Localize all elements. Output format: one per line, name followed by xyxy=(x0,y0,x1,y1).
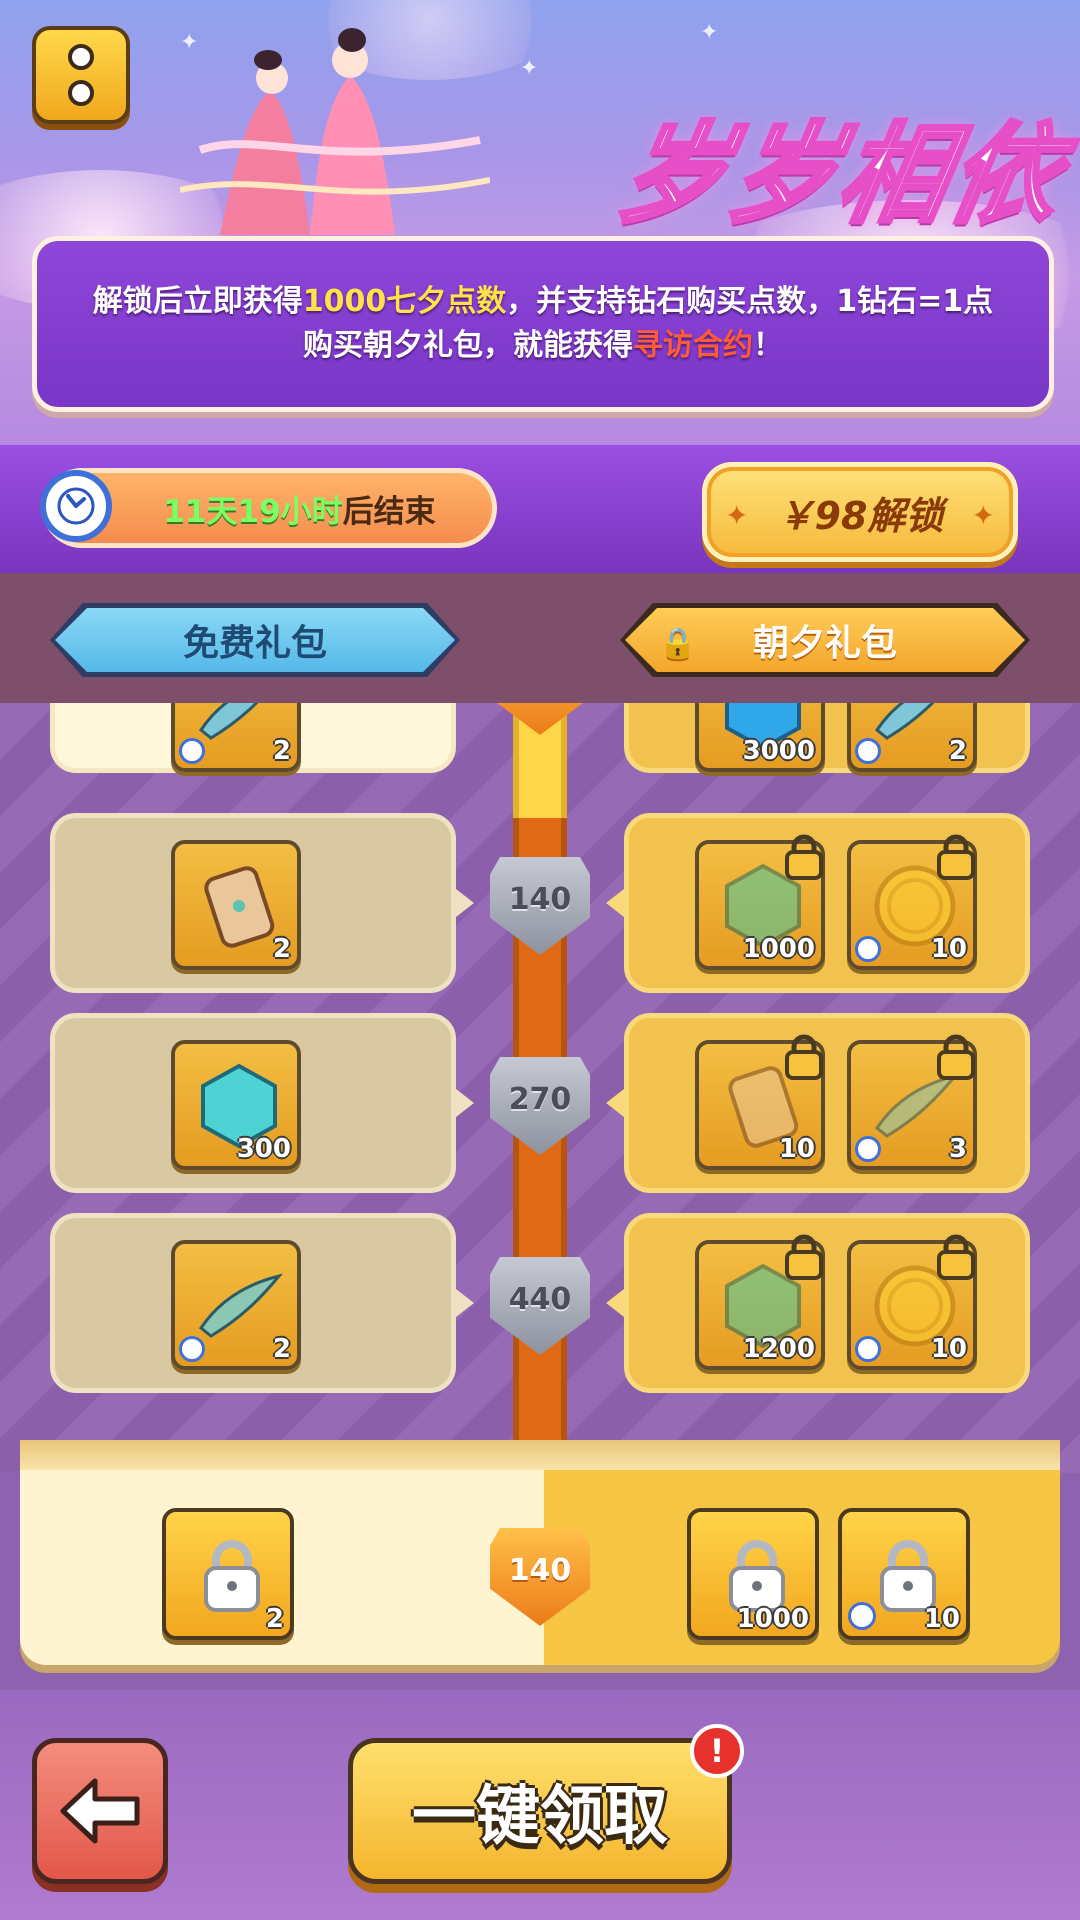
padlock-icon xyxy=(937,834,975,880)
paid-reward-card[interactable]: 3000 2 xyxy=(624,703,1030,773)
reward-item[interactable]: 3000 xyxy=(695,703,825,772)
padlock-icon xyxy=(785,1034,823,1080)
padlock-icon xyxy=(880,1540,936,1612)
unlock-label: ￥98解锁 xyxy=(776,493,944,538)
level-badge: 440 xyxy=(490,1257,590,1355)
tab-paid-label: 朝夕礼包 xyxy=(752,623,897,664)
event-title: 岁岁相依 xyxy=(607,111,1073,240)
tab-free-gift[interactable]: 免费礼包 xyxy=(50,603,460,677)
claim-all-button[interactable]: 一键领取 xyxy=(348,1738,732,1884)
reward-item[interactable]: 3 xyxy=(847,1034,977,1170)
timed-icon xyxy=(179,1336,205,1362)
reward-row: 2 3000 2 xyxy=(0,703,1080,778)
reward-item[interactable]: 2 xyxy=(171,703,301,772)
timer-remaining: 11天19小时 xyxy=(163,493,343,530)
padlock-icon xyxy=(729,1540,785,1612)
menu-dot-icon xyxy=(68,80,94,106)
back-button[interactable] xyxy=(32,1738,168,1884)
reward-row: 2 140 1000 10 xyxy=(0,813,1080,998)
tab-free-label: 免费礼包 xyxy=(182,623,327,664)
diamond-deco-icon: ✦ xyxy=(725,499,749,532)
milestone-paid-item[interactable]: 10 xyxy=(838,1508,970,1640)
reward-row: 300 270 10 3 xyxy=(0,1013,1080,1198)
event-description: 解锁后立即获得1000七夕点数，并支持钻石购买点数，1钻石=1点 购买朝夕礼包，… xyxy=(32,236,1054,412)
padlock-icon xyxy=(785,1234,823,1280)
timed-icon xyxy=(855,1336,881,1362)
level-badge: 140 xyxy=(490,857,590,955)
reward-item[interactable]: 2 xyxy=(847,703,977,772)
reward-item[interactable]: 2 xyxy=(171,840,301,970)
free-reward-card[interactable]: 2 xyxy=(50,813,456,993)
milestone-free-item[interactable]: 2 xyxy=(162,1508,294,1640)
clock-icon xyxy=(40,470,112,542)
timed-icon xyxy=(179,738,205,764)
reward-item[interactable]: 1200 xyxy=(695,1234,825,1370)
points-highlight: 1000七夕点数 xyxy=(302,284,507,319)
couple-illustration xyxy=(180,28,490,235)
reward-row: 2 440 1200 10 xyxy=(0,1213,1080,1398)
menu-button[interactable] xyxy=(32,26,130,124)
timed-icon xyxy=(855,738,881,764)
reward-item[interactable]: 10 xyxy=(847,1234,977,1370)
paid-reward-card[interactable]: 1000 10 xyxy=(624,813,1030,993)
reward-track[interactable]: 2 3000 2 2 140 1000 10 300 270 10 3 2 44… xyxy=(0,703,1080,1473)
event-banner: ✦ ✦ ✦ ✦ 岁岁相依 解锁后立即获得1000七夕点数，并支持钻石购买点数，1… xyxy=(0,0,1080,445)
timed-icon xyxy=(855,1136,881,1162)
reward-item[interactable]: 1000 xyxy=(695,834,825,970)
diamond-deco-icon: ✦ xyxy=(971,499,995,532)
padlock-icon xyxy=(204,1540,260,1612)
unlock-button[interactable]: ✦ ￥98解锁 ✦ xyxy=(702,462,1018,562)
timer-suffix: 后结束 xyxy=(342,493,436,530)
reward-item[interactable]: 10 xyxy=(695,1034,825,1170)
reward-item[interactable]: 300 xyxy=(171,1040,301,1170)
tab-paid-gift[interactable]: 🔒 朝夕礼包 xyxy=(620,603,1030,677)
free-reward-card[interactable]: 2 xyxy=(50,1213,456,1393)
lock-icon: 🔒 xyxy=(659,626,697,661)
reward-item[interactable]: 2 xyxy=(171,1240,301,1370)
padlock-icon xyxy=(937,1034,975,1080)
menu-dot-icon xyxy=(68,44,94,70)
back-arrow-icon xyxy=(60,1778,140,1844)
padlock-icon xyxy=(785,834,823,880)
level-badge: 270 xyxy=(490,1057,590,1155)
free-reward-card[interactable]: 300 xyxy=(50,1013,456,1193)
next-milestone-panel: 2 140 1000 10 xyxy=(20,1440,1060,1665)
padlock-icon xyxy=(937,1234,975,1280)
level-badge xyxy=(490,703,590,735)
alert-badge: ! xyxy=(690,1724,744,1778)
timed-icon xyxy=(848,1602,876,1630)
paid-reward-card[interactable]: 1200 10 xyxy=(624,1213,1030,1393)
milestone-paid-item[interactable]: 1000 xyxy=(687,1508,819,1640)
paid-reward-card[interactable]: 10 3 xyxy=(624,1013,1030,1193)
free-reward-card[interactable]: 2 xyxy=(50,703,456,773)
reward-item[interactable]: 10 xyxy=(847,834,977,970)
timed-icon xyxy=(855,936,881,962)
contract-highlight: 寻访合约 xyxy=(633,328,753,363)
claim-all-label: 一键领取 xyxy=(412,1780,668,1854)
